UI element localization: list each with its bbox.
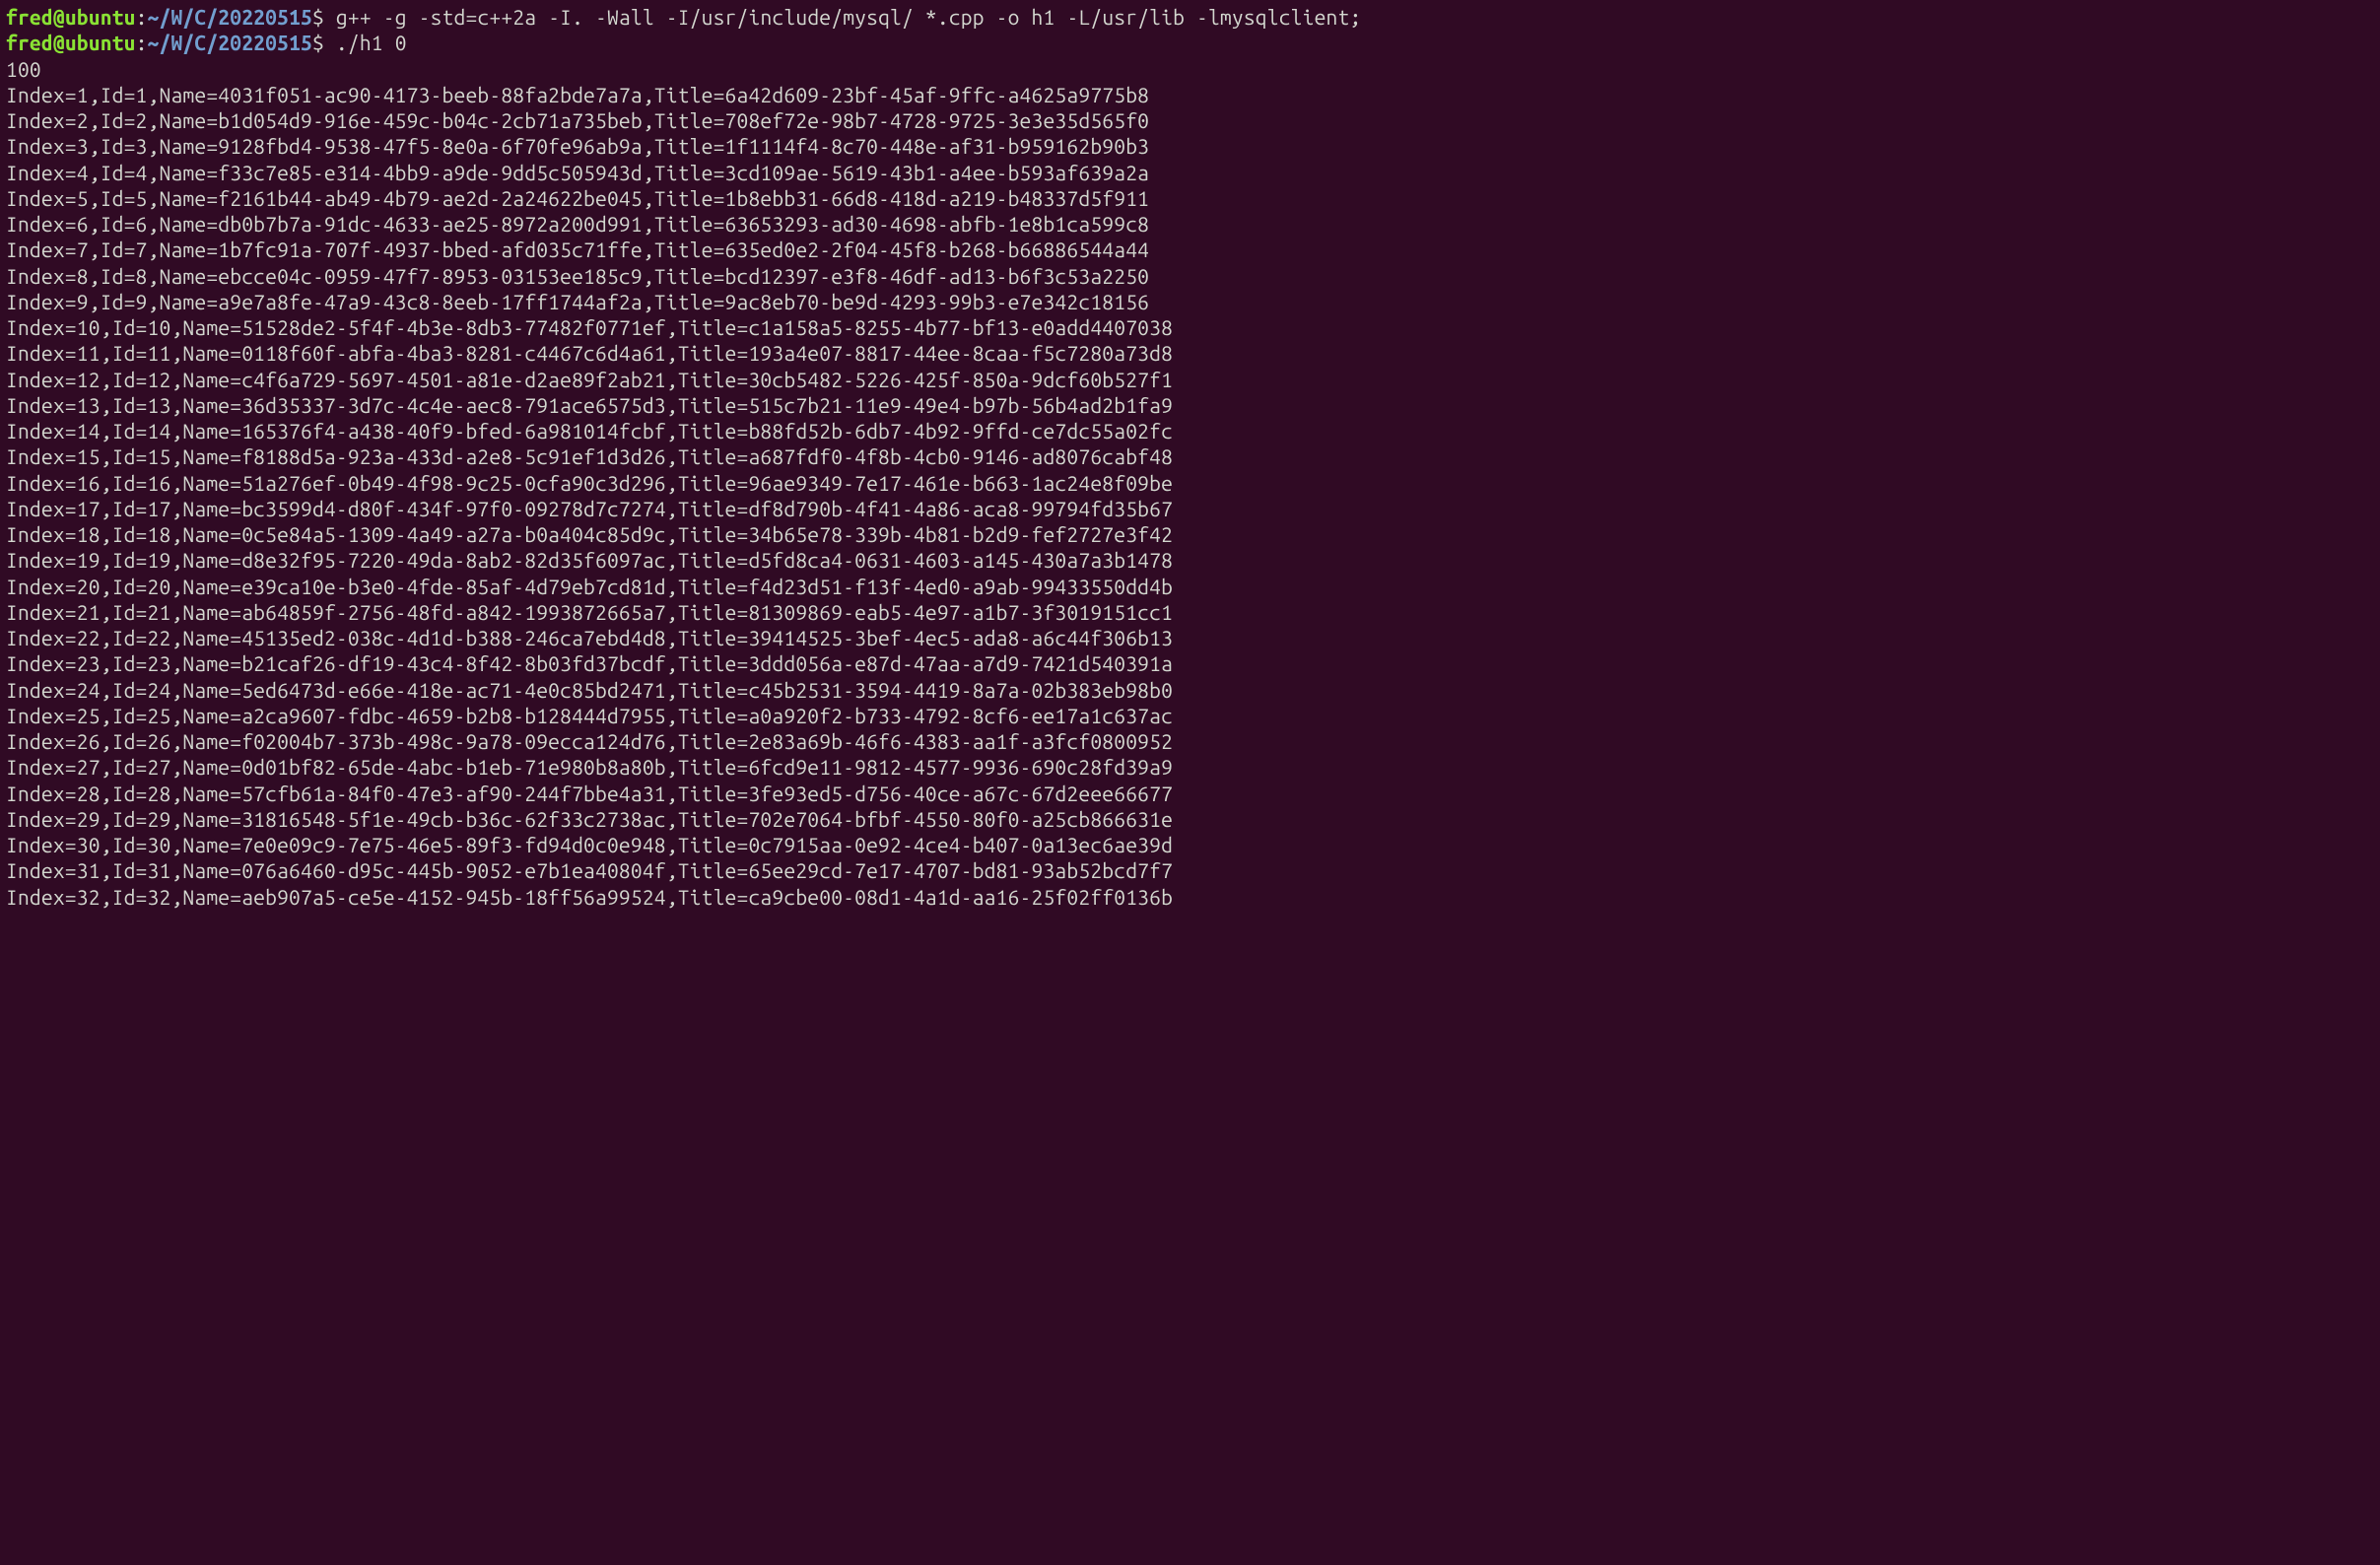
prompt-dollar: $	[312, 31, 336, 54]
output-row: Index=27,Id=27,Name=0d01bf82-65de-4abc-b…	[6, 754, 2374, 780]
output-row: Index=22,Id=22,Name=45135ed2-038c-4d1d-b…	[6, 625, 2374, 650]
prompt-user: fred	[6, 31, 53, 54]
command-line-0[interactable]: fred@ubuntu:~/W/C/20220515$ g++ -g -std=…	[6, 4, 2374, 30]
output-row: Index=29,Id=29,Name=31816548-5f1e-49cb-b…	[6, 806, 2374, 832]
prompt-at: @	[53, 31, 65, 54]
prompt-dollar: $	[312, 5, 336, 29]
output-row: Index=24,Id=24,Name=5ed6473d-e66e-418e-a…	[6, 677, 2374, 703]
output-row: Index=15,Id=15,Name=f8188d5a-923a-433d-a…	[6, 443, 2374, 469]
output-row: Index=12,Id=12,Name=c4f6a729-5697-4501-a…	[6, 367, 2374, 392]
output-row: Index=21,Id=21,Name=ab64859f-2756-48fd-a…	[6, 599, 2374, 625]
output-row: Index=4,Id=4,Name=f33c7e85-e314-4bb9-a9d…	[6, 160, 2374, 185]
output-row: Index=19,Id=19,Name=d8e32f95-7220-49da-8…	[6, 547, 2374, 573]
output-row: Index=23,Id=23,Name=b21caf26-df19-43c4-8…	[6, 650, 2374, 676]
output-row: Index=20,Id=20,Name=e39ca10e-b3e0-4fde-8…	[6, 574, 2374, 599]
command-line-1[interactable]: fred@ubuntu:~/W/C/20220515$ ./h1 0	[6, 30, 2374, 55]
prompt-user: fred	[6, 5, 53, 29]
output-row: Index=28,Id=28,Name=57cfb61a-84f0-47e3-a…	[6, 781, 2374, 806]
output-row: Index=3,Id=3,Name=9128fbd4-9538-47f5-8e0…	[6, 133, 2374, 159]
output-row: Index=6,Id=6,Name=db0b7b7a-91dc-4633-ae2…	[6, 211, 2374, 237]
prompt-colon: :	[136, 5, 148, 29]
command-text: g++ -g -std=c++2a -I. -Wall -I/usr/inclu…	[336, 5, 1362, 29]
output-row: Index=26,Id=26,Name=f02004b7-373b-498c-9…	[6, 728, 2374, 754]
output-row: Index=11,Id=11,Name=0118f60f-abfa-4ba3-8…	[6, 340, 2374, 366]
prompt-host: ubuntu	[65, 5, 136, 29]
output-row: Index=18,Id=18,Name=0c5e84a5-1309-4a49-a…	[6, 521, 2374, 547]
output-row: Index=8,Id=8,Name=ebcce04c-0959-47f7-895…	[6, 263, 2374, 289]
prompt-cwd: ~/W/C/20220515	[148, 31, 312, 54]
output-row: Index=9,Id=9,Name=a9e7a8fe-47a9-43c8-8ee…	[6, 289, 2374, 314]
output-row: Index=17,Id=17,Name=bc3599d4-d80f-434f-9…	[6, 496, 2374, 521]
output-row: Index=10,Id=10,Name=51528de2-5f4f-4b3e-8…	[6, 314, 2374, 340]
output-row: Index=16,Id=16,Name=51a276ef-0b49-4f98-9…	[6, 470, 2374, 496]
command-text: ./h1 0	[336, 31, 407, 54]
prompt-host: ubuntu	[65, 31, 136, 54]
terminal[interactable]: fred@ubuntu:~/W/C/20220515$ g++ -g -std=…	[0, 0, 2380, 914]
output-row: Index=31,Id=31,Name=076a6460-d95c-445b-9…	[6, 857, 2374, 883]
output-row: Index=2,Id=2,Name=b1d054d9-916e-459c-b04…	[6, 107, 2374, 133]
prompt-at: @	[53, 5, 65, 29]
output-row: Index=25,Id=25,Name=a2ca9607-fdbc-4659-b…	[6, 703, 2374, 728]
prompt-cwd: ~/W/C/20220515	[148, 5, 312, 29]
output-row: Index=32,Id=32,Name=aeb907a5-ce5e-4152-9…	[6, 884, 2374, 910]
output-row: Index=30,Id=30,Name=7e0e09c9-7e75-46e5-8…	[6, 832, 2374, 857]
output-row: Index=13,Id=13,Name=36d35337-3d7c-4c4e-a…	[6, 392, 2374, 418]
output-row: Index=14,Id=14,Name=165376f4-a438-40f9-b…	[6, 418, 2374, 443]
output-preamble-0: 100	[6, 56, 2374, 82]
output-row: Index=5,Id=5,Name=f2161b44-ab49-4b79-ae2…	[6, 185, 2374, 211]
output-row: Index=1,Id=1,Name=4031f051-ac90-4173-bee…	[6, 82, 2374, 107]
output-row: Index=7,Id=7,Name=1b7fc91a-707f-4937-bbe…	[6, 237, 2374, 262]
prompt-colon: :	[136, 31, 148, 54]
